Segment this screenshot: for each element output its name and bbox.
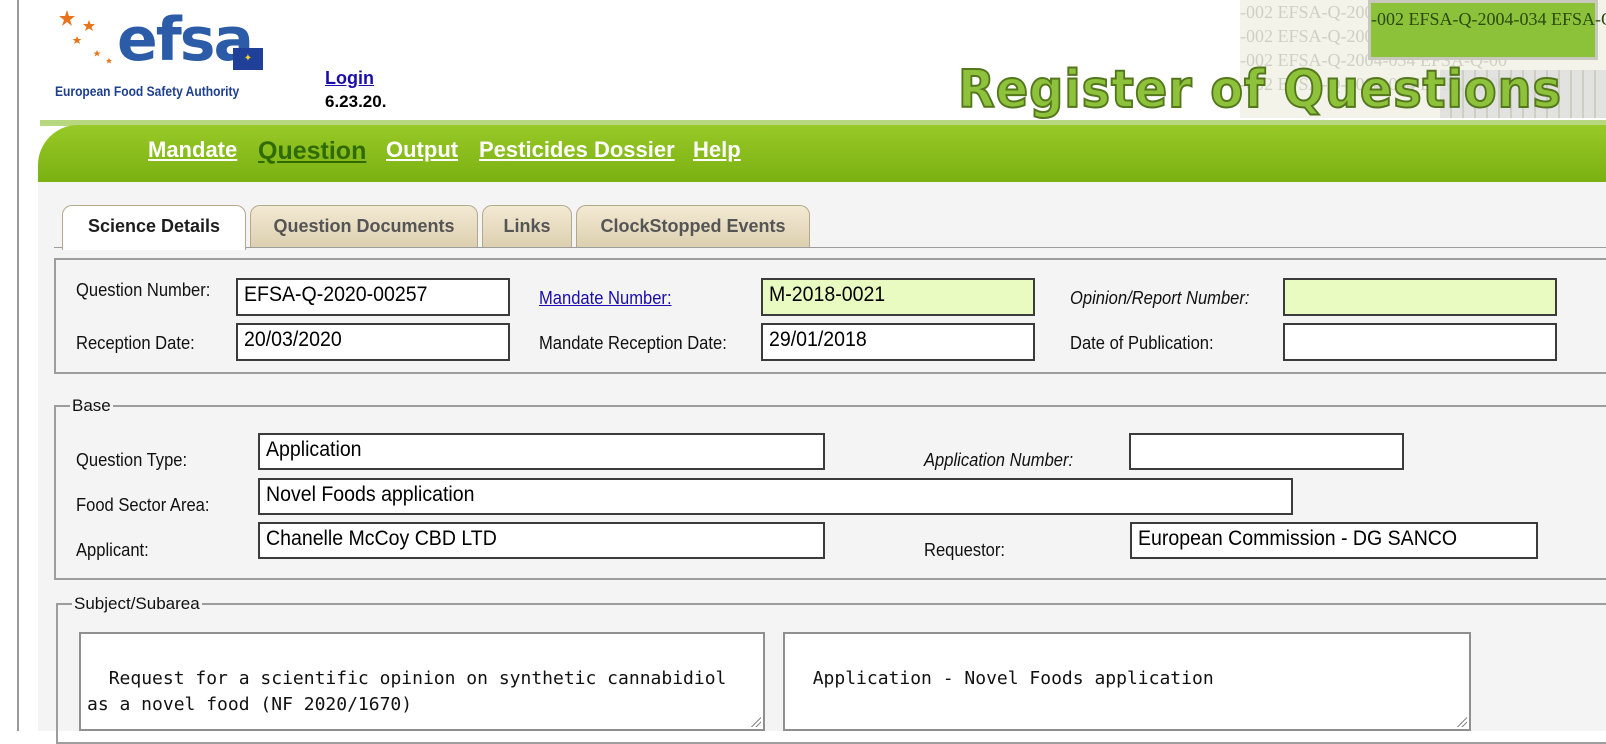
nav-output[interactable]: Output xyxy=(386,137,458,163)
publication-date-label: Date of Publication: xyxy=(1070,333,1214,353)
logo-wordmark: efsa xyxy=(117,5,254,75)
nav-question[interactable]: Question xyxy=(258,137,366,166)
nav-mandate[interactable]: Mandate xyxy=(148,137,237,163)
application-number-field[interactable] xyxy=(1129,433,1404,470)
banner-monitor: -002 EFSA-Q-2004-034 EFSA-Q-00 xyxy=(1368,0,1606,60)
applicant-field[interactable]: Chanelle McCoy CBD LTD xyxy=(258,522,825,559)
stars-icon xyxy=(59,10,112,64)
question-type-field[interactable]: Application xyxy=(258,433,825,470)
mandate-reception-date-label: Mandate Reception Date: xyxy=(539,333,727,353)
food-sector-field[interactable]: Novel Foods application xyxy=(258,478,1293,515)
login-link[interactable]: Login xyxy=(325,68,374,89)
mandate-number-field[interactable]: M-2018-0021 xyxy=(761,278,1035,316)
subject-legend: Subject/Subarea xyxy=(74,594,200,613)
base-legend: Base xyxy=(72,396,111,415)
opinion-number-field[interactable] xyxy=(1283,278,1557,316)
tab-clockstopped-events[interactable]: ClockStopped Events xyxy=(576,205,810,248)
resize-grip-icon[interactable] xyxy=(749,715,761,727)
nav-pesticides-dossier[interactable]: Pesticides Dossier xyxy=(479,137,675,163)
logo-subtitle: European Food Safety Authority xyxy=(55,83,240,99)
tab-question-documents[interactable]: Question Documents xyxy=(250,205,478,248)
opinion-number-label: Opinion/Report Number: xyxy=(1070,288,1250,308)
requestor-field[interactable]: European Commission - DG SANCO xyxy=(1130,522,1538,559)
nav-help[interactable]: Help xyxy=(693,137,741,163)
question-number-label: Question Number: xyxy=(76,280,211,300)
subject-textarea[interactable]: Request for a scientific opinion on synt… xyxy=(79,632,765,731)
app-title: Register of Questions xyxy=(957,59,1562,121)
tab-links[interactable]: Links xyxy=(482,205,572,248)
food-sector-label: Food Sector Area: xyxy=(76,495,210,515)
left-border xyxy=(17,0,19,731)
efsa-logo: efsa ✦ European Food Safety Authority xyxy=(55,8,265,108)
eu-flag-icon: ✦ xyxy=(233,48,263,70)
tab-science-details[interactable]: Science Details xyxy=(62,205,246,250)
applicant-label: Applicant: xyxy=(76,540,149,560)
question-type-label: Question Type: xyxy=(76,450,188,470)
reception-date-field[interactable]: 20/03/2020 xyxy=(236,323,510,361)
resize-grip-icon[interactable] xyxy=(1455,715,1467,727)
tab-underline xyxy=(54,247,1606,248)
application-number-label: Application Number: xyxy=(924,450,1074,470)
requestor-label: Requestor: xyxy=(924,540,1006,560)
subarea-textarea[interactable]: Application - Novel Foods application xyxy=(783,632,1471,731)
version-label: 6.23.20. xyxy=(325,92,387,111)
reception-date-label: Reception Date: xyxy=(76,333,195,353)
publication-date-field[interactable] xyxy=(1283,323,1557,361)
question-number-field[interactable]: EFSA-Q-2020-00257 xyxy=(236,278,510,316)
main-nav: Mandate Question Output Pesticides Dossi… xyxy=(38,125,1606,182)
mandate-number-link[interactable]: Mandate Number: xyxy=(539,288,672,309)
mandate-reception-date-field[interactable]: 29/01/2018 xyxy=(761,323,1035,361)
